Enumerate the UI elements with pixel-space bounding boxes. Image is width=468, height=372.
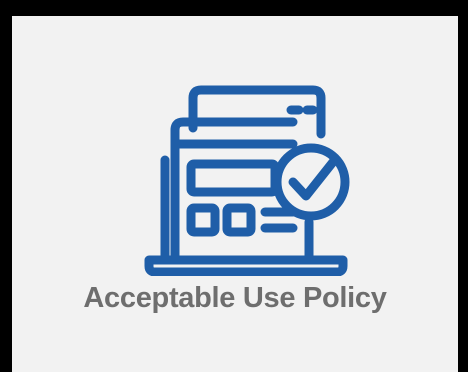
tile-label: Acceptable Use Policy (83, 282, 387, 314)
acceptable-use-policy-tile[interactable]: Acceptable Use Policy (12, 16, 458, 372)
laptop-checkmark-icon (144, 85, 350, 276)
tile-frame: Acceptable Use Policy (0, 0, 468, 372)
